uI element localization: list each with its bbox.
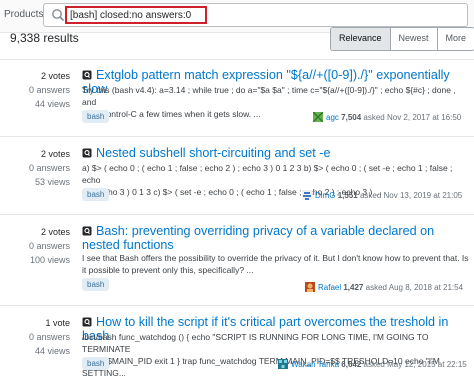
answer-count: 0 answers [28, 85, 70, 95]
question-excerpt: I see that Bash offers the possibility t… [82, 252, 472, 276]
view-count: 44 views [34, 99, 70, 109]
answer-count: 0 answers [28, 241, 70, 251]
divider [0, 59, 474, 60]
products-menu[interactable]: Products [4, 9, 43, 20]
view-count: 100 views [29, 255, 70, 265]
question-stats: 2 votes 0 answers 44 views [0, 69, 70, 111]
excerpt-line: /bin/bash func_watchdog () { echo "SCRIP… [82, 332, 429, 354]
tab-relevance[interactable]: Relevance [331, 28, 391, 50]
avatar[interactable] [302, 190, 312, 200]
vote-count: 2 votes [40, 227, 70, 237]
user-name[interactable]: Wakan Tanka [291, 360, 339, 369]
tab-newest[interactable]: Newest [390, 28, 438, 50]
excerpt-line: a) $> ( echo 0 ; ( echo 1 ; false ; echo… [82, 163, 453, 185]
question-stats: 2 votes 0 answers 53 views [0, 147, 70, 189]
question-icon [82, 226, 92, 236]
tag-bash[interactable]: bash [82, 278, 110, 291]
question-icon [82, 70, 92, 80]
view-count: 44 views [34, 346, 70, 356]
results-count: 9,338 results [10, 31, 79, 45]
search-box[interactable] [43, 3, 468, 27]
tab-more[interactable]: More ▾ [437, 28, 474, 50]
question-icon [82, 317, 92, 327]
asked-date: asked Nov 13, 2019 at 21:05 [359, 191, 463, 200]
excerpt-line: Try this (bash v4.4): a=3.14 ; while tru… [82, 85, 456, 107]
asked-date: asked Nov 2, 2017 at 16:50 [363, 113, 462, 122]
user-name[interactable]: DimG [315, 191, 335, 200]
user-reputation: 1,427 [343, 283, 364, 292]
question-stats: 2 votes 0 answers 100 views [0, 225, 70, 267]
excerpt-line: it possible to prevent only this, specif… [82, 265, 254, 275]
question-title: Nested subshell short-circuiting and set… [96, 146, 331, 160]
asked-date: asked May 12, 2015 at 22:15 [363, 360, 467, 369]
sort-tabs: Relevance Newest More ▾ [330, 27, 474, 51]
answer-count: 0 answers [28, 332, 70, 342]
question-title-link[interactable]: Bash: preventing overriding privacy of a… [82, 224, 462, 252]
tag-bash[interactable]: bash [82, 188, 110, 201]
divider [0, 305, 474, 306]
vote-count: 2 votes [40, 71, 70, 81]
divider [0, 136, 474, 137]
search-icon [52, 9, 65, 22]
search-input[interactable] [65, 6, 207, 24]
excerpt-line: I see that Bash offers the possibility t… [82, 253, 469, 263]
avatar[interactable] [278, 359, 288, 369]
question-title-link[interactable]: Nested subshell short-circuiting and set… [82, 146, 331, 160]
question-excerpt: /bin/bash func_watchdog () { echo "SCRIP… [82, 331, 472, 379]
question-icon [82, 148, 92, 158]
avatar[interactable] [305, 282, 315, 292]
vote-count: 1 vote [45, 318, 70, 328]
user-card: Wakan Tanka 6,642 asked May 12, 2015 at … [278, 359, 467, 369]
user-reputation: 6,642 [341, 360, 362, 369]
user-card: agc 7,504 asked Nov 2, 2017 at 16:50 [313, 112, 461, 122]
answer-count: 0 answers [28, 163, 70, 173]
tag-bash[interactable]: bash [82, 357, 110, 370]
question-stats: 1 vote 0 answers 44 views [0, 316, 70, 358]
user-name[interactable]: agc [326, 113, 339, 122]
divider [0, 214, 474, 215]
user-card: Rafael 1,427 asked Aug 8, 2018 at 21:54 [305, 282, 463, 292]
tag-bash[interactable]: bash [82, 110, 110, 123]
user-reputation: 1,551 [337, 191, 358, 200]
vote-count: 2 votes [40, 149, 70, 159]
question-title: Bash: preventing overriding privacy of a… [82, 224, 435, 252]
user-name[interactable]: Rafael [318, 283, 341, 292]
user-reputation: 7,504 [341, 113, 362, 122]
user-card: DimG 1,551 asked Nov 13, 2019 at 21:05 [302, 190, 462, 200]
asked-date: asked Aug 8, 2018 at 21:54 [365, 283, 464, 292]
avatar[interactable] [313, 112, 323, 122]
view-count: 53 views [34, 177, 70, 187]
